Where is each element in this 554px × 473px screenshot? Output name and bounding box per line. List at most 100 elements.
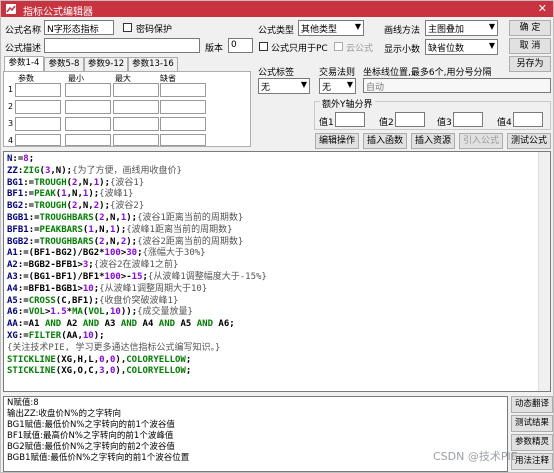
ok-button[interactable]: 确 定 <box>509 20 551 36</box>
code-line: ZZ:ZIG(3,N);{为了方便，画线用收盘价} <box>7 166 547 178</box>
code-token: >- <box>120 271 132 282</box>
chevron-down-icon: ▼ <box>300 80 307 89</box>
param-name-input[interactable] <box>15 134 61 146</box>
code-token: := <box>23 177 35 188</box>
code-token: {成交量放量} <box>137 307 193 318</box>
version-input[interactable]: 0 <box>228 38 253 53</box>
code-editor[interactable]: N:=8; ZZ:ZIG(3,N);{为了方便，画线用收盘价} BG1:=TROUG… <box>3 151 551 392</box>
param-default-input[interactable] <box>160 100 206 114</box>
param-name-input[interactable] <box>15 100 61 114</box>
formula-type-select[interactable]: 其他类型 ▼ <box>298 20 364 36</box>
chevron-down-icon: ▼ <box>354 22 361 31</box>
test-result-button[interactable]: 测试结果 <box>511 415 553 432</box>
import-formula-button[interactable]: 引入公式 <box>459 133 503 149</box>
param-min-input[interactable] <box>65 117 111 131</box>
edit-operation-button[interactable]: 编辑操作 <box>315 133 359 149</box>
test-formula-button[interactable]: 测试公式 <box>507 133 551 149</box>
draw-method-select[interactable]: 主图叠加 ▼ <box>425 20 498 36</box>
code-token: TROUGHBARS <box>39 212 94 223</box>
code-token: A3 <box>7 271 18 282</box>
formula-name-input[interactable]: N字形态指标 <box>44 20 114 35</box>
code-token: {波谷2距离当前的周期数} <box>137 236 244 247</box>
chevron-down-icon: ▼ <box>346 80 353 89</box>
formula-desc-input[interactable] <box>44 38 200 53</box>
param-max-input[interactable] <box>113 83 159 97</box>
code-token: VOL <box>28 307 45 318</box>
code-token: COLORYELLOW <box>126 366 186 377</box>
value1-input[interactable] <box>335 112 365 127</box>
code-token: :=A1 <box>17 319 45 330</box>
tab-params-13-16[interactable]: 参数13-16 <box>128 57 178 71</box>
param-default-input[interactable] <box>160 83 206 97</box>
password-checkbox[interactable] <box>123 23 132 32</box>
param-default-input[interactable] <box>160 134 206 146</box>
cancel-button[interactable]: 取 消 <box>509 38 551 54</box>
param-min-input[interactable] <box>65 100 111 114</box>
param-name-input[interactable] <box>15 117 61 131</box>
code-token: A5 <box>175 319 197 330</box>
code-line: A5:=CROSS(C,BF1);{收盘价突破波峰1} <box>7 296 547 308</box>
extra-y-axis-label: 额外Y轴分界 <box>320 97 375 110</box>
param-row-num: 1 <box>8 85 14 94</box>
code-token: AND <box>44 319 62 330</box>
cloud-formula-label: 云公式 <box>346 44 374 54</box>
code-line: STICKLINE(XG,O,C,3,0),COLORYELLOW; <box>7 366 547 378</box>
code-token: := <box>17 295 29 306</box>
tab-params-1-4[interactable]: 参数1-4 <box>4 56 44 71</box>
code-token: FILTER <box>28 330 62 341</box>
code-token: A3 <box>99 319 121 330</box>
param-max-input[interactable] <box>113 134 159 146</box>
param-max-input[interactable] <box>113 117 159 131</box>
trade-rule-label: 交易法则 <box>319 68 356 78</box>
code-token: XG <box>7 330 18 341</box>
param-min-input[interactable] <box>65 134 111 146</box>
code-line: {关注技术PIE, 学习更多通达信指标公式编写知识。} <box>7 343 547 355</box>
code-token: AND <box>158 319 176 330</box>
code-token: {波峰1距离当前的周期数} <box>126 224 233 235</box>
param-name-input[interactable] <box>15 83 61 97</box>
code-token: {从波峰1调整幅度大于-15%} <box>147 271 267 282</box>
save-as-button[interactable]: 另存为 <box>509 56 551 72</box>
code-token: A2 <box>7 260 18 271</box>
formula-tag-value: 无 <box>261 83 271 93</box>
dynamic-translate-button[interactable]: 动态翻译 <box>511 396 553 413</box>
tab-params-5-8[interactable]: 参数5-8 <box>44 57 84 71</box>
code-token: (C,BF1); <box>55 295 100 306</box>
coord-line-input[interactable]: 自动 <box>363 78 551 93</box>
code-token: A2 <box>61 319 83 330</box>
only-pc-checkbox[interactable] <box>259 42 268 51</box>
insert-function-button[interactable]: 插入函数 <box>363 133 407 149</box>
window-title: 指标公式编辑器 <box>23 7 93 18</box>
code-token: 30 <box>126 248 138 259</box>
trade-rule-select[interactable]: 无 ▼ <box>319 78 356 94</box>
formula-tag-select[interactable]: 无 ▼ <box>258 78 310 94</box>
param-max-input[interactable] <box>113 100 159 114</box>
value2-input[interactable] <box>395 112 425 127</box>
value3-input[interactable] <box>453 112 483 127</box>
tab-params-9-12[interactable]: 参数9-12 <box>84 57 128 71</box>
code-line: A3:=(BG1-BF1)/BF1*100>-15;{从波峰1调整幅度大于-15… <box>7 272 547 284</box>
code-token: ), <box>115 354 127 365</box>
cloud-formula-checkbox[interactable] <box>334 42 343 51</box>
code-line: A6:=VOL>1.5*MA(VOL,10));{成交量放量} <box>7 307 547 319</box>
code-token: ZIG <box>23 165 40 176</box>
code-token: ,N, <box>104 236 121 247</box>
code-token: ; <box>185 366 192 377</box>
editor-scrollbar[interactable] <box>538 152 550 391</box>
close-icon[interactable]: ✕ <box>538 2 547 15</box>
code-token: := <box>23 189 35 200</box>
coord-line-label: 坐标线位置,最多6个,用分号分隔 <box>363 68 492 78</box>
insert-resource-button[interactable]: 插入资源 <box>411 133 455 149</box>
value3-label: 值3 <box>437 118 452 128</box>
code-token: ); <box>126 212 138 223</box>
param-default-input[interactable] <box>160 117 206 131</box>
code-token: {波谷1距离当前的周期数} <box>137 212 244 223</box>
code-token: {从波峰1调整周期大于10} <box>99 283 208 294</box>
param-min-input[interactable] <box>65 83 111 97</box>
code-token: {涨幅大于30%} <box>142 248 206 259</box>
decimal-select[interactable]: 缺省位数 ▼ <box>425 39 498 55</box>
value4-input[interactable] <box>513 112 543 127</box>
title-bar[interactable]: 指标公式编辑器 ✕ <box>1 1 553 18</box>
code-token: PEAKBARS <box>39 224 83 235</box>
draw-method-label: 画线方法 <box>384 26 421 36</box>
